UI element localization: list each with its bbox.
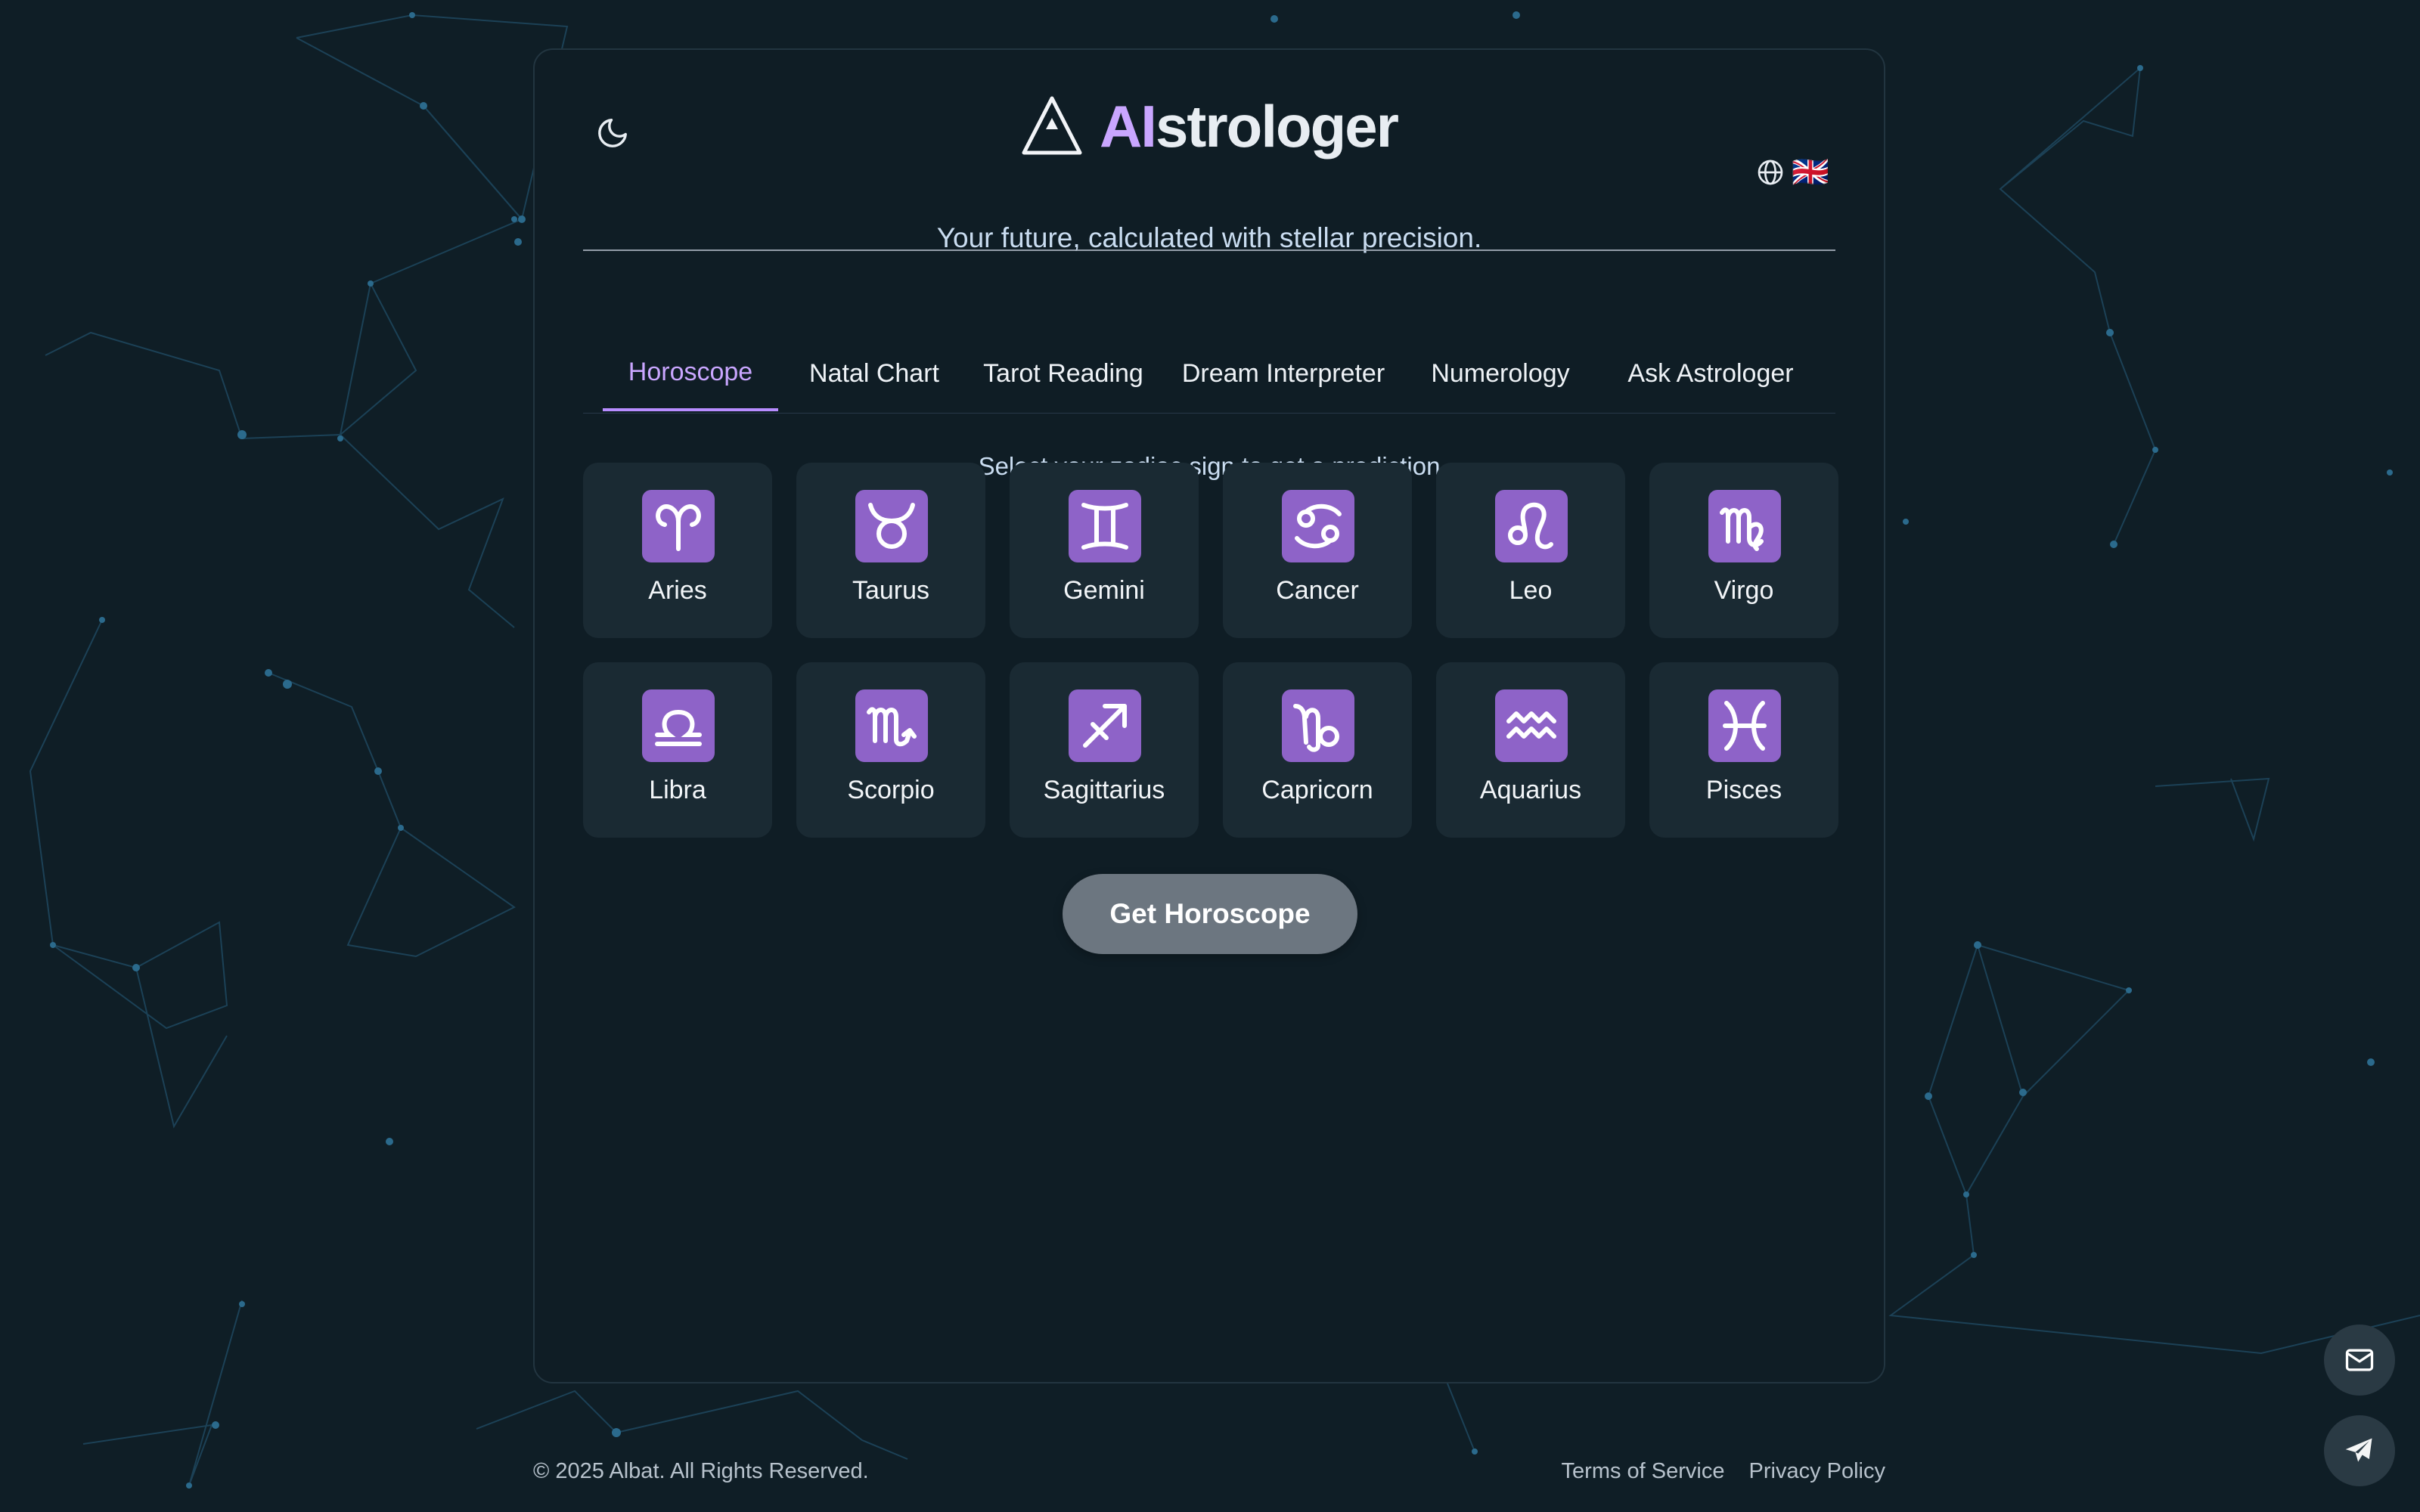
language-selector[interactable]: 🇬🇧 [1755,157,1829,187]
sign-card-virgo[interactable]: Virgo [1649,463,1838,638]
libra-icon [642,689,715,762]
sign-label: Pisces [1705,776,1782,804]
leo-icon [1495,490,1568,562]
sign-label: Libra [649,776,706,804]
sign-card-leo[interactable]: Leo [1436,463,1625,638]
sign-card-pisces[interactable]: Pisces [1649,662,1838,838]
sagittarius-icon [1069,689,1141,762]
sign-card-sagittarius[interactable]: Sagittarius [1010,662,1199,838]
tab-bar: Horoscope Natal Chart Tarot Reading Drea… [583,336,1835,414]
sign-label: Virgo [1714,576,1774,605]
tab-tarot-reading[interactable]: Tarot Reading [969,336,1158,411]
globe-icon [1758,160,1783,185]
sign-card-gemini[interactable]: Gemini [1010,463,1199,638]
sign-card-cancer[interactable]: Cancer [1223,463,1412,638]
gemini-icon [1069,490,1141,562]
cancer-icon [1282,490,1354,562]
sign-card-capricorn[interactable]: Capricorn [1223,662,1412,838]
pisces-icon [1708,689,1781,762]
tab-ask-astrologer[interactable]: Ask Astrologer [1601,336,1820,411]
terms-of-service-link[interactable]: Terms of Service [1562,1459,1725,1484]
sign-label: Gemini [1063,576,1145,605]
get-horoscope-button[interactable]: Get Horoscope [1063,874,1357,954]
scorpio-icon [855,689,928,762]
tab-natal-chart[interactable]: Natal Chart [795,336,954,411]
sign-label: Sagittarius [1043,776,1165,804]
sign-card-libra[interactable]: Libra [583,662,772,838]
aquarius-icon [1495,689,1568,762]
footer-copyright: © 2025 Albat. All Rights Reserved. [533,1459,869,1483]
privacy-policy-link[interactable]: Privacy Policy [1749,1459,1886,1484]
sign-card-aries[interactable]: Aries [583,463,772,638]
tab-horoscope[interactable]: Horoscope [603,336,778,411]
sign-label: Aries [648,576,707,605]
telegram-contact-button[interactable] [2324,1415,2395,1486]
sign-label: Aquarius [1479,776,1582,804]
mail-icon [2345,1349,2374,1371]
sign-label: Capricorn [1261,776,1373,804]
main-card: AIstrologer 🇬🇧 Your future, calculated w… [533,48,1885,1383]
logo-icon [1022,96,1082,155]
tab-numerology[interactable]: Numerology [1413,336,1587,411]
capricorn-icon [1282,689,1354,762]
aries-icon [642,490,715,562]
header-divider [583,249,1835,251]
sign-card-aquarius[interactable]: Aquarius [1436,662,1625,838]
footer-links: Terms of Service Privacy Policy [1562,1459,1885,1484]
app-title-ai: AI [1099,93,1157,160]
sign-label: Taurus [852,576,930,605]
email-contact-button[interactable] [2324,1325,2395,1396]
tab-dream-interpreter[interactable]: Dream Interpreter [1170,336,1397,411]
sign-label: Scorpio [847,776,935,804]
sign-card-taurus[interactable]: Taurus [796,463,985,638]
virgo-icon [1708,490,1781,562]
sign-label: Cancer [1276,576,1359,605]
send-icon [2345,1438,2372,1462]
uk-flag-icon: 🇬🇧 [1792,156,1829,189]
taurus-icon [855,490,928,562]
app-title: AIstrologer [1100,97,1399,156]
sign-label: Leo [1509,576,1553,605]
app-title-rest: strologer [1155,93,1399,160]
sign-card-scorpio[interactable]: Scorpio [796,662,985,838]
app-header: AIstrologer [535,95,1884,157]
